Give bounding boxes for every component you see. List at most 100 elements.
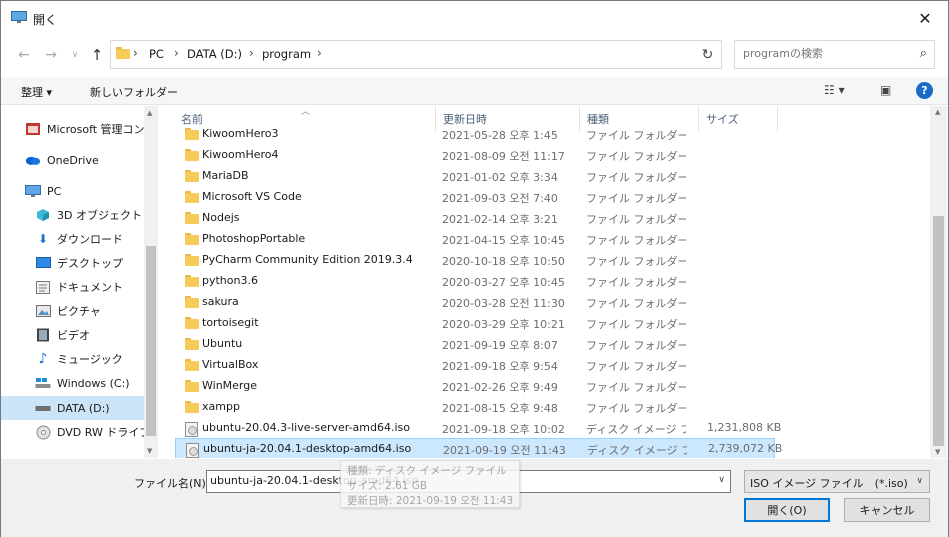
recent-locations-chevron-icon[interactable]: ∨ <box>65 45 85 65</box>
file-row[interactable]: sakura 2020-03-28 오전 11:30 ファイル フォルダー <box>175 292 775 313</box>
folder-icon <box>185 170 201 183</box>
column-divider[interactable] <box>777 106 778 132</box>
file-date: 2021-05-28 오후 1:45 <box>442 129 558 142</box>
folder-icon <box>185 128 201 141</box>
breadcrumb-program[interactable]: program <box>262 47 311 61</box>
sort-ascending-icon: ︿ <box>301 107 311 117</box>
file-row[interactable]: KiwoomHero3 2021-05-28 오후 1:45 ファイル フォルダ… <box>175 124 775 145</box>
sidebar-item-downloads[interactable]: ⬇ ダウンロード <box>35 227 158 251</box>
chevron-down-icon[interactable]: ∨ <box>916 476 923 486</box>
drive-icon <box>35 401 51 415</box>
mmc-icon <box>25 122 41 136</box>
scroll-up-icon[interactable]: ▲ <box>147 109 152 117</box>
search-box[interactable]: ⌕ <box>734 40 935 69</box>
organize-menu-button[interactable]: 整理 ▾ <box>21 84 52 100</box>
breadcrumb-pc[interactable]: PC <box>149 47 164 61</box>
sidebar-item-onedrive[interactable]: OneDrive <box>25 148 158 172</box>
file-row[interactable]: WinMerge 2021-02-26 오후 9:49 ファイル フォルダー <box>175 376 775 397</box>
sidebar-item-windows-c[interactable]: Windows (C:) <box>35 371 158 395</box>
sidebar-item-label: Windows (C:) <box>57 376 130 390</box>
scroll-down-icon[interactable]: ▼ <box>147 447 152 455</box>
file-row[interactable]: tortoisegit 2020-03-29 오후 10:21 ファイル フォル… <box>175 313 775 334</box>
address-bar[interactable]: › PC › DATA (D:) › program › ∨ <box>110 40 781 69</box>
chevron-down-icon[interactable]: ∨ <box>718 475 725 485</box>
file-name: python3.6 <box>202 274 258 287</box>
sidebar-item-desktop[interactable]: デスクトップ <box>35 251 158 275</box>
file-list-scrollbar[interactable]: ▲ ▼ <box>930 106 947 458</box>
folder-icon <box>185 149 201 162</box>
desktop-icon <box>35 256 51 270</box>
file-row[interactable]: PyCharm Community Edition 2019.3.4 2020-… <box>175 250 775 271</box>
scroll-down-icon[interactable]: ▼ <box>935 448 940 456</box>
sidebar-item-label: OneDrive <box>47 153 99 167</box>
folder-icon <box>185 380 201 393</box>
refresh-icon[interactable]: ↻ <box>694 40 722 69</box>
view-options-icon[interactable]: ☷ ▾ <box>824 83 845 97</box>
scroll-up-icon[interactable]: ▲ <box>935 108 940 116</box>
sidebar-item-pc[interactable]: PC <box>25 179 158 203</box>
navigation-pane-scrollbar[interactable]: ▲ ▼ <box>144 106 158 458</box>
sidebar-item-documents[interactable]: ドキュメント <box>35 275 158 299</box>
close-icon[interactable]: ✕ <box>902 1 948 35</box>
file-row[interactable]: xampp 2021-08-15 오후 9:48 ファイル フォルダー <box>175 397 775 418</box>
title-bar: 開く ✕ <box>1 1 948 35</box>
sidebar-item-label: ダウンロード <box>57 233 123 246</box>
file-type-filter[interactable]: ISO イメージ ファイル (*.iso) ∨ <box>744 470 930 493</box>
sidebar-item-dvd[interactable]: DVD RW ドライブ ( <box>35 420 158 444</box>
file-date: 2021-01-02 오후 3:34 <box>442 171 558 184</box>
open-button[interactable]: 開く(O) <box>744 498 830 522</box>
sidebar-item-label: DVD RW ドライブ ( <box>57 426 158 439</box>
disc-image-icon <box>185 422 201 437</box>
tooltip-modified: 更新日時: 2021-09-19 오전 11:43 <box>347 495 514 507</box>
sidebar-item-3d-objects[interactable]: 3D オブジェクト <box>35 203 158 227</box>
sidebar-item-pictures[interactable]: ピクチャ <box>35 299 158 323</box>
sidebar-item-label: ビデオ <box>57 329 90 342</box>
sidebar-item-music[interactable]: ♪ ミュージック <box>35 347 158 371</box>
picture-icon <box>35 304 51 318</box>
file-name: sakura <box>202 295 239 308</box>
preview-pane-icon[interactable]: ▣ <box>880 83 891 97</box>
file-row[interactable]: Microsoft VS Code 2021-09-03 오전 7:40 ファイ… <box>175 187 775 208</box>
folder-icon <box>185 254 201 267</box>
folder-icon <box>116 47 130 61</box>
folder-icon <box>185 275 201 288</box>
sidebar-item-label: ドキュメント <box>57 281 123 294</box>
help-icon[interactable]: ? <box>916 82 933 99</box>
breadcrumb-data-drive[interactable]: DATA (D:) <box>187 47 242 61</box>
file-row[interactable]: VirtualBox 2021-09-18 오후 9:54 ファイル フォルダー <box>175 355 775 376</box>
scrollbar-thumb[interactable] <box>933 216 944 446</box>
up-arrow-icon[interactable]: ↑ <box>87 45 107 65</box>
sidebar-item-data-d[interactable]: DATA (D:) <box>1 396 144 420</box>
file-row[interactable]: Ubuntu 2021-09-19 오후 8:07 ファイル フォルダー <box>175 334 775 355</box>
file-name: Microsoft VS Code <box>202 190 302 203</box>
forward-arrow-icon[interactable]: → <box>41 45 61 65</box>
file-row[interactable]: Nodejs 2021-02-14 오후 3:21 ファイル フォルダー <box>175 208 775 229</box>
file-date: 2020-10-18 오후 10:50 <box>442 255 565 268</box>
file-row-selected[interactable]: ubuntu-ja-20.04.1-desktop-amd64.iso 2021… <box>175 438 782 458</box>
file-name: Nodejs <box>202 211 240 224</box>
cloud-icon <box>25 153 41 167</box>
tooltip-size: サイズ: 2.61 GB <box>347 480 428 492</box>
scrollbar-thumb[interactable] <box>146 246 156 436</box>
search-input[interactable] <box>743 47 903 60</box>
file-row[interactable]: python3.6 2020-03-27 오후 10:45 ファイル フォルダー <box>175 271 775 292</box>
file-row[interactable]: KiwoomHero4 2021-08-09 오전 11:17 ファイル フォル… <box>175 145 775 166</box>
open-file-dialog: 開く ✕ ← → ∨ ↑ › PC › DATA (D:) › program … <box>0 0 949 537</box>
file-row[interactable]: ubuntu-20.04.3-live-server-amd64.iso 202… <box>175 418 781 439</box>
file-size: 1,231,808 KB <box>707 421 782 434</box>
file-name: tortoisegit <box>202 316 259 329</box>
file-name: xampp <box>202 400 240 413</box>
sidebar-item-mmc[interactable]: Microsoft 管理コン <box>25 117 158 141</box>
file-row[interactable]: PhotoshopPortable 2021-04-15 오후 10:45 ファ… <box>175 229 775 250</box>
file-type: ディスク イメージ ファ... <box>587 444 687 457</box>
new-folder-button[interactable]: 新しいフォルダー <box>90 84 178 100</box>
cancel-button[interactable]: キャンセル <box>844 498 930 522</box>
file-row[interactable]: MariaDB 2021-01-02 오후 3:34 ファイル フォルダー <box>175 166 775 187</box>
file-type: ディスク イメージ ファ... <box>586 423 686 436</box>
sidebar-item-videos[interactable]: ビデオ <box>35 323 158 347</box>
search-icon[interactable]: ⌕ <box>920 46 927 61</box>
back-arrow-icon[interactable]: ← <box>14 45 34 65</box>
cube-icon <box>35 208 51 222</box>
file-type: ファイル フォルダー <box>586 381 686 394</box>
file-name: Ubuntu <box>202 337 243 350</box>
